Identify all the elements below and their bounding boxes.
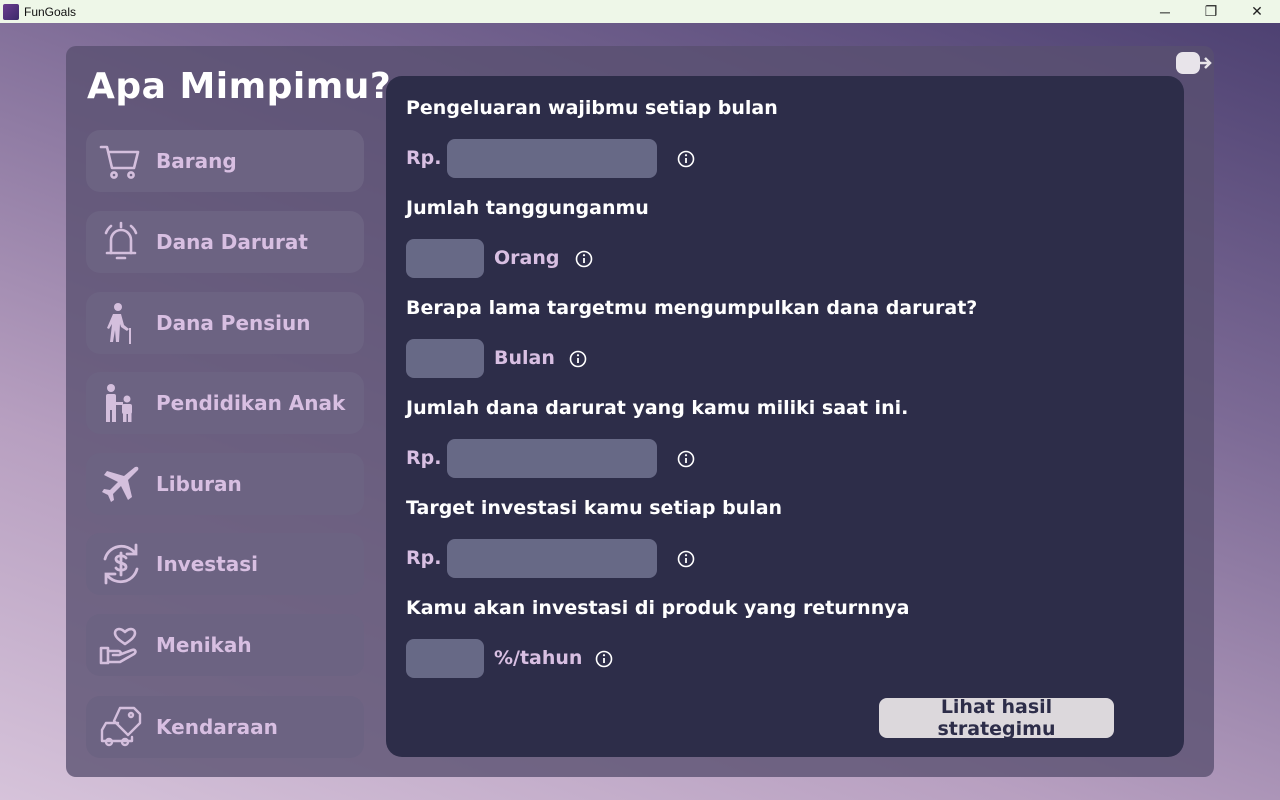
nav-label: Dana Darurat — [156, 230, 308, 254]
current-emergency-fund-label: Jumlah dana darurat yang kamu miliki saa… — [406, 397, 909, 419]
alarm-bell-icon — [98, 219, 144, 265]
airplane-icon — [98, 461, 144, 507]
parent-child-icon — [98, 380, 144, 426]
restore-button[interactable]: ❐ — [1188, 0, 1234, 23]
logout-button[interactable] — [1175, 50, 1213, 76]
nav-dana-darurat-button[interactable]: Dana Darurat — [86, 211, 364, 273]
monthly-expense-input[interactable] — [447, 139, 657, 178]
monthly-investment-input[interactable] — [447, 539, 657, 578]
nav-label: Pendidikan Anak — [156, 391, 346, 415]
dependents-unit: Orang — [494, 247, 560, 269]
app-logo-icon — [3, 3, 19, 20]
investment-return-input[interactable] — [406, 639, 484, 678]
shopping-cart-icon — [98, 138, 144, 184]
target-duration-label: Berapa lama targetmu mengumpulkan dana d… — [406, 297, 978, 319]
window-title: FunGoals — [24, 4, 77, 19]
nav-barang-button[interactable]: Barang — [86, 130, 364, 192]
heart-hand-icon — [98, 622, 144, 668]
return-unit: %/tahun — [494, 647, 583, 669]
dependents-input[interactable] — [406, 239, 484, 278]
dependents-label: Jumlah tanggunganmu — [406, 197, 649, 219]
see-strategy-button[interactable]: Lihat hasil strategimu — [879, 696, 1114, 740]
current-emergency-fund-input[interactable] — [447, 439, 657, 478]
close-button[interactable]: ✕ — [1234, 0, 1280, 23]
nav-label: Liburan — [156, 472, 242, 496]
nav-label: Investasi — [156, 552, 259, 576]
currency-prefix: Rp. — [406, 547, 442, 569]
nav-label: Kendaraan — [156, 715, 278, 739]
monthly-investment-label: Target investasi kamu setiap bulan — [406, 497, 783, 519]
logout-icon — [1176, 52, 1212, 74]
info-icon[interactable] — [677, 450, 695, 468]
monthly-expense-label: Pengeluaran wajibmu setiap bulan — [406, 97, 778, 119]
nav-kendaraan-button[interactable]: Kendaraan — [86, 696, 364, 758]
nav-pendidikan-anak-button[interactable]: Pendidikan Anak — [86, 372, 364, 434]
nav-liburan-button[interactable]: Liburan — [86, 453, 364, 515]
currency-prefix: Rp. — [406, 147, 442, 169]
money-cycle-icon — [98, 541, 144, 587]
info-icon[interactable] — [677, 150, 695, 168]
duration-unit: Bulan — [494, 347, 555, 369]
elderly-person-icon — [98, 300, 144, 346]
window-title-bar: FunGoals ─ ❐ ✕ — [0, 0, 1280, 23]
nav-menikah-button[interactable]: Menikah — [86, 614, 364, 676]
nav-label: Barang — [156, 149, 237, 173]
info-icon[interactable] — [595, 650, 613, 668]
info-icon[interactable] — [677, 550, 695, 568]
minimize-button[interactable]: ─ — [1142, 0, 1188, 23]
nav-label: Menikah — [156, 633, 252, 657]
info-icon[interactable] — [569, 350, 587, 368]
currency-prefix: Rp. — [406, 447, 442, 469]
nav-dana-pensiun-button[interactable]: Dana Pensiun — [86, 292, 364, 354]
car-tag-icon — [98, 704, 144, 750]
page-title: Apa Mimpimu? — [87, 66, 392, 107]
investment-return-label: Kamu akan investasi di produk yang retur… — [406, 597, 910, 619]
target-duration-input[interactable] — [406, 339, 484, 378]
info-icon[interactable] — [575, 250, 593, 268]
nav-label: Dana Pensiun — [156, 311, 311, 335]
nav-investasi-button[interactable]: Investasi — [86, 533, 364, 595]
